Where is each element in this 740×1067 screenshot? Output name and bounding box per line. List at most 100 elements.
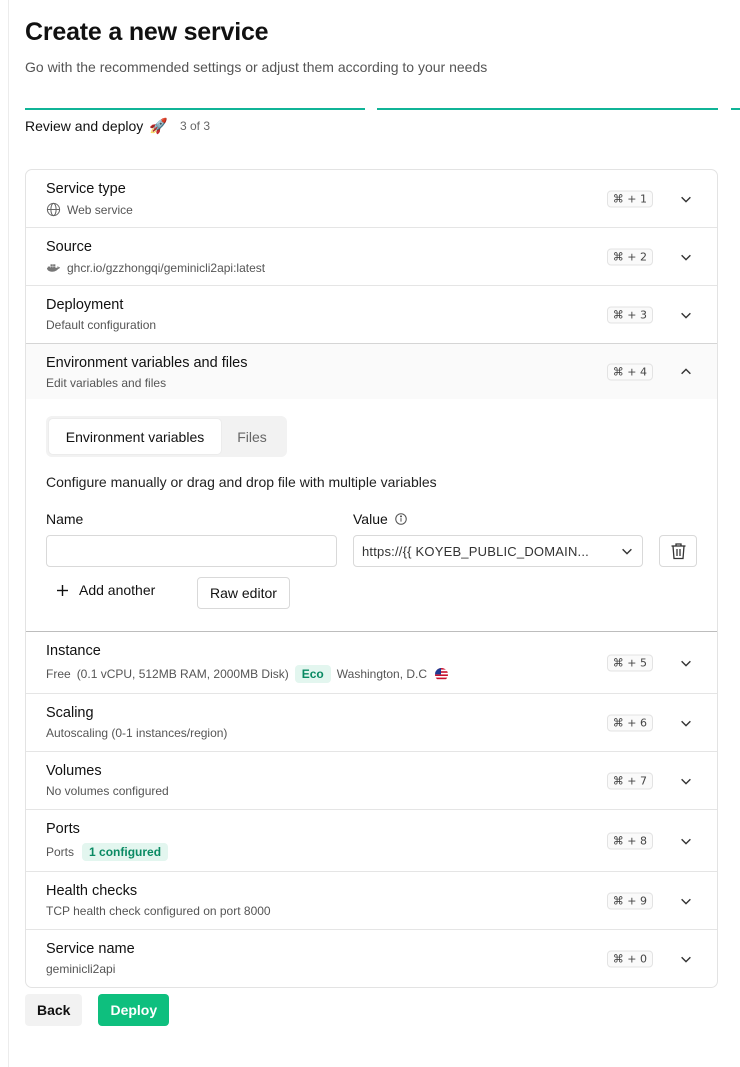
- chevron-down-icon[interactable]: [679, 716, 693, 730]
- section-deployment-header[interactable]: Deployment Default configuration ⌘ + 3: [26, 286, 717, 343]
- ports-configured-badge: 1 configured: [82, 843, 169, 861]
- shortcut-badge: ⌘ + 2: [606, 248, 653, 265]
- env-tabs: Environment variables Files: [46, 416, 287, 457]
- section-subtitle: No volumes configured: [46, 784, 169, 798]
- section-volumes: Volumes No volumes configured ⌘ + 7: [26, 752, 717, 810]
- progress-segment-2: [377, 108, 718, 110]
- docker-icon: [46, 260, 61, 275]
- page-subtitle: Go with the recommended settings or adju…: [25, 59, 488, 75]
- section-subtitle: Autoscaling (0-1 instances/region): [46, 726, 228, 740]
- section-environment: Environment variables and files Edit var…: [26, 343, 717, 632]
- chevron-down-icon[interactable]: [679, 774, 693, 788]
- section-volumes-header[interactable]: Volumes No volumes configured ⌘ + 7: [26, 752, 717, 809]
- shortcut-badge: ⌘ + 9: [606, 892, 653, 909]
- section-service-name-header[interactable]: Service name geminicli2api ⌘ + 0: [26, 930, 717, 987]
- info-icon[interactable]: [394, 512, 408, 526]
- section-health-checks-header[interactable]: Health checks TCP health check configure…: [26, 872, 717, 929]
- env-value-select[interactable]: https://{{ KOYEB_PUBLIC_DOMAIN...: [353, 535, 643, 567]
- trash-icon: [671, 543, 685, 560]
- section-subtitle: ghcr.io/gzzhongqi/geminicli2api:latest: [67, 260, 266, 275]
- instance-specs: (0.1 vCPU, 512MB RAM, 2000MB Disk): [76, 667, 289, 681]
- section-title: Environment variables and files: [46, 355, 248, 371]
- section-service-type: Service type Web service ⌘ + 1: [26, 170, 717, 228]
- section-source: Source ghcr.io/gzzhongqi/geminicli2api:l…: [26, 228, 717, 286]
- globe-icon: [46, 202, 61, 217]
- tab-environment-variables[interactable]: Environment variables: [49, 419, 221, 454]
- section-title: Volumes: [46, 763, 102, 779]
- shortcut-badge: ⌘ + 7: [606, 772, 653, 789]
- env-value-text: https://{{ KOYEB_PUBLIC_DOMAIN...: [362, 543, 589, 559]
- section-instance-header[interactable]: Instance Free (0.1 vCPU, 512MB RAM, 2000…: [26, 632, 717, 693]
- section-title: Instance: [46, 643, 101, 659]
- shortcut-badge: ⌘ + 8: [606, 832, 653, 849]
- section-subtitle: Edit variables and files: [46, 376, 167, 390]
- env-name-input[interactable]: [46, 535, 337, 567]
- section-title: Source: [46, 239, 92, 255]
- environment-panel: Environment variables Files Configure ma…: [26, 399, 717, 631]
- section-deployment: Deployment Default configuration ⌘ + 3: [26, 286, 717, 343]
- shortcut-badge: ⌘ + 6: [606, 714, 653, 731]
- section-title: Scaling: [46, 705, 94, 721]
- section-scaling-header[interactable]: Scaling Autoscaling (0-1 instances/regio…: [26, 694, 717, 751]
- chevron-down-icon[interactable]: [679, 656, 693, 670]
- step-progress-bar: [25, 108, 740, 110]
- add-another-button[interactable]: Add another: [56, 582, 155, 598]
- deploy-button[interactable]: Deploy: [98, 994, 170, 1026]
- step-indicator: Review and deploy 🚀 3 of 3: [25, 117, 210, 135]
- section-service-type-header[interactable]: Service type Web service ⌘ + 1: [26, 170, 717, 227]
- shortcut-badge: ⌘ + 1: [606, 190, 653, 207]
- rocket-icon: 🚀: [149, 118, 168, 135]
- page-title: Create a new service: [25, 18, 269, 46]
- section-health-checks: Health checks TCP health check configure…: [26, 872, 717, 930]
- shortcut-badge: ⌘ + 0: [606, 950, 653, 967]
- chevron-up-icon[interactable]: [679, 365, 693, 379]
- section-subtitle: Ports: [46, 845, 75, 859]
- section-scaling: Scaling Autoscaling (0-1 instances/regio…: [26, 694, 717, 752]
- chevron-down-icon[interactable]: [679, 894, 693, 908]
- chevron-down-icon[interactable]: [679, 308, 693, 322]
- section-environment-header[interactable]: Environment variables and files Edit var…: [26, 344, 717, 399]
- value-label: Value: [353, 511, 388, 527]
- plus-icon: [57, 584, 68, 596]
- section-subtitle: Web service: [67, 202, 133, 217]
- left-border: [8, 0, 9, 1067]
- step-count: 3 of 3: [179, 119, 211, 133]
- add-another-label: Add another: [79, 582, 156, 598]
- chevron-down-icon: [622, 548, 632, 555]
- section-subtitle: Default configuration: [46, 318, 157, 332]
- back-button[interactable]: Back: [25, 994, 83, 1026]
- progress-segment-1: [25, 108, 365, 110]
- value-label-group: Value: [353, 511, 408, 527]
- raw-editor-button[interactable]: Raw editor: [197, 577, 290, 609]
- section-ports: Ports Ports 1 configured ⌘ + 8: [26, 810, 717, 872]
- shortcut-badge: ⌘ + 5: [606, 654, 653, 671]
- instance-plan: Free: [46, 667, 71, 681]
- section-subtitle: TCP health check configured on port 8000: [46, 904, 271, 918]
- section-title: Service type: [46, 181, 126, 197]
- instance-region: Washington, D.C: [336, 667, 428, 681]
- delete-variable-button[interactable]: [659, 535, 697, 567]
- chevron-down-icon[interactable]: [679, 250, 693, 264]
- env-description: Configure manually or drag and drop file…: [46, 474, 437, 490]
- progress-segment-3: [731, 108, 740, 110]
- shortcut-badge: ⌘ + 3: [606, 306, 653, 323]
- chevron-down-icon[interactable]: [679, 834, 693, 848]
- tab-files[interactable]: Files: [221, 419, 283, 454]
- section-title: Deployment: [46, 297, 124, 313]
- footer-actions: Back Deploy: [25, 994, 170, 1026]
- section-ports-header[interactable]: Ports Ports 1 configured ⌘ + 8: [26, 810, 717, 871]
- section-title: Health checks: [46, 883, 138, 899]
- section-source-header[interactable]: Source ghcr.io/gzzhongqi/geminicli2api:l…: [26, 228, 717, 285]
- shortcut-badge: ⌘ + 4: [606, 363, 653, 380]
- section-instance: Instance Free (0.1 vCPU, 512MB RAM, 2000…: [26, 632, 717, 694]
- section-title: Service name: [46, 941, 135, 957]
- chevron-down-icon[interactable]: [679, 192, 693, 206]
- section-title: Ports: [46, 821, 80, 837]
- name-label: Name: [46, 511, 84, 527]
- config-accordion: Service type Web service ⌘ + 1 Source gh…: [25, 169, 718, 988]
- section-subtitle: geminicli2api: [46, 962, 116, 976]
- step-label: Review and deploy: [25, 118, 144, 134]
- section-service-name: Service name geminicli2api ⌘ + 0: [26, 930, 717, 987]
- chevron-down-icon[interactable]: [679, 952, 693, 966]
- us-flag-icon: [435, 667, 449, 681]
